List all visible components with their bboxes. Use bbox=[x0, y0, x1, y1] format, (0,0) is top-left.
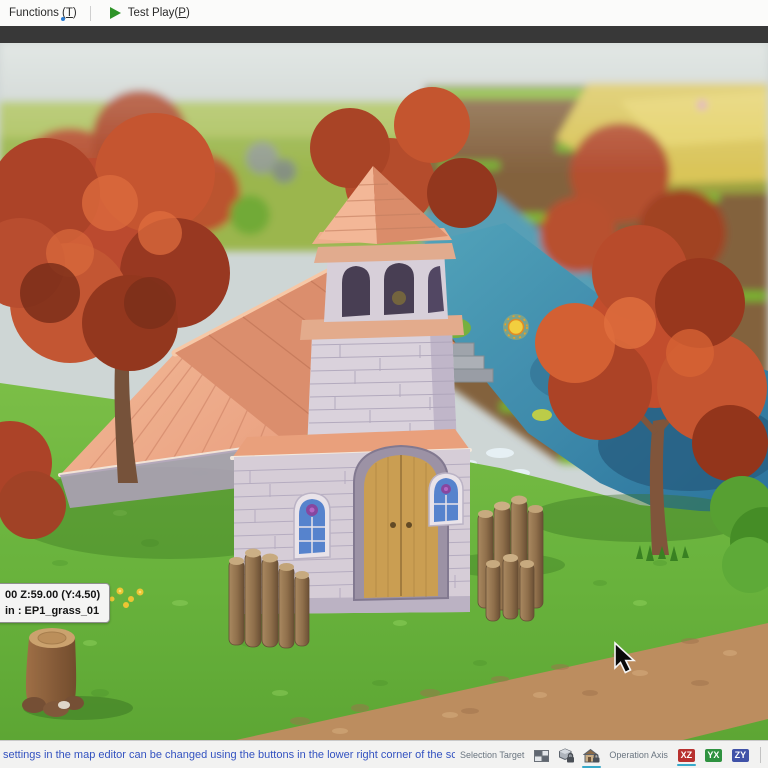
selection-target-label: Selection Target bbox=[460, 750, 524, 760]
light-tint bbox=[0, 43, 768, 740]
map-editor-window: Functions (T) Test Play(P) bbox=[0, 0, 768, 768]
menu-test-play[interactable]: Test Play(P) bbox=[95, 0, 199, 26]
status-message: settings in the map editor can be change… bbox=[0, 749, 455, 761]
viewport-3d[interactable]: 00 Z:59.00 (Y:4.50) in : EP1_grass_01 bbox=[0, 43, 768, 740]
selected-underline bbox=[677, 764, 696, 766]
menu-test-play-label-pre: Test Play( bbox=[128, 7, 179, 19]
building-lock-icon bbox=[583, 747, 600, 764]
terrain-line: in : EP1_grass_01 bbox=[5, 603, 100, 619]
tile-parts-button[interactable] bbox=[533, 747, 550, 764]
menu-bar: Functions (T) Test Play(P) bbox=[0, 0, 768, 27]
menu-functions-label-post: ) bbox=[73, 7, 77, 19]
menu-test-play-label-post: ) bbox=[186, 7, 190, 19]
object-lock-button[interactable] bbox=[558, 747, 575, 764]
axis-yx-button[interactable]: YX bbox=[705, 749, 722, 762]
coords-tooltip: 00 Z:59.00 (Y:4.50) in : EP1_grass_01 bbox=[0, 583, 110, 623]
status-bar: settings in the map editor can be change… bbox=[0, 740, 768, 768]
building-lock-button[interactable] bbox=[583, 747, 600, 764]
toolbar-strip bbox=[0, 26, 768, 43]
scene-render bbox=[0, 43, 768, 740]
coords-line: 00 Z:59.00 (Y:4.50) bbox=[5, 587, 100, 603]
axis-zy-label: ZY bbox=[735, 750, 747, 760]
operation-axis-label: Operation Axis bbox=[609, 750, 668, 760]
notification-dot bbox=[61, 17, 65, 21]
menu-functions-label-pre: Functions ( bbox=[9, 7, 66, 19]
menu-separator bbox=[90, 6, 91, 21]
axis-xz-button[interactable]: XZ bbox=[678, 749, 695, 762]
menu-test-play-key: P bbox=[178, 7, 186, 19]
tile-parts-icon bbox=[533, 747, 550, 764]
menu-functions-key: T bbox=[66, 7, 73, 19]
selected-underline bbox=[582, 766, 601, 768]
axis-zy-button[interactable]: ZY bbox=[732, 749, 749, 762]
play-icon bbox=[110, 7, 121, 19]
axis-xz-label: XZ bbox=[681, 750, 693, 760]
object-lock-icon bbox=[558, 747, 575, 764]
menu-functions[interactable]: Functions (T) bbox=[0, 0, 86, 26]
statusbar-separator bbox=[760, 747, 761, 763]
axis-yx-label: YX bbox=[707, 750, 719, 760]
